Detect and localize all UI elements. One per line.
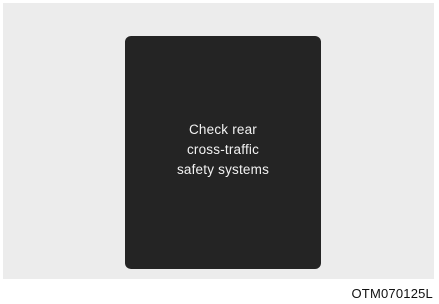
warning-message: Check rear cross-traffic safety systems bbox=[125, 120, 321, 180]
figure-code-label: OTM070125L bbox=[351, 286, 433, 301]
warning-message-line-3: safety systems bbox=[176, 162, 270, 177]
warning-message-line-1: Check rear bbox=[188, 122, 258, 137]
cluster-display-screen: Check rear cross-traffic safety systems bbox=[125, 36, 321, 269]
warning-message-line-2: cross-traffic bbox=[186, 142, 260, 157]
illustration-background: Check rear cross-traffic safety systems bbox=[3, 3, 434, 279]
